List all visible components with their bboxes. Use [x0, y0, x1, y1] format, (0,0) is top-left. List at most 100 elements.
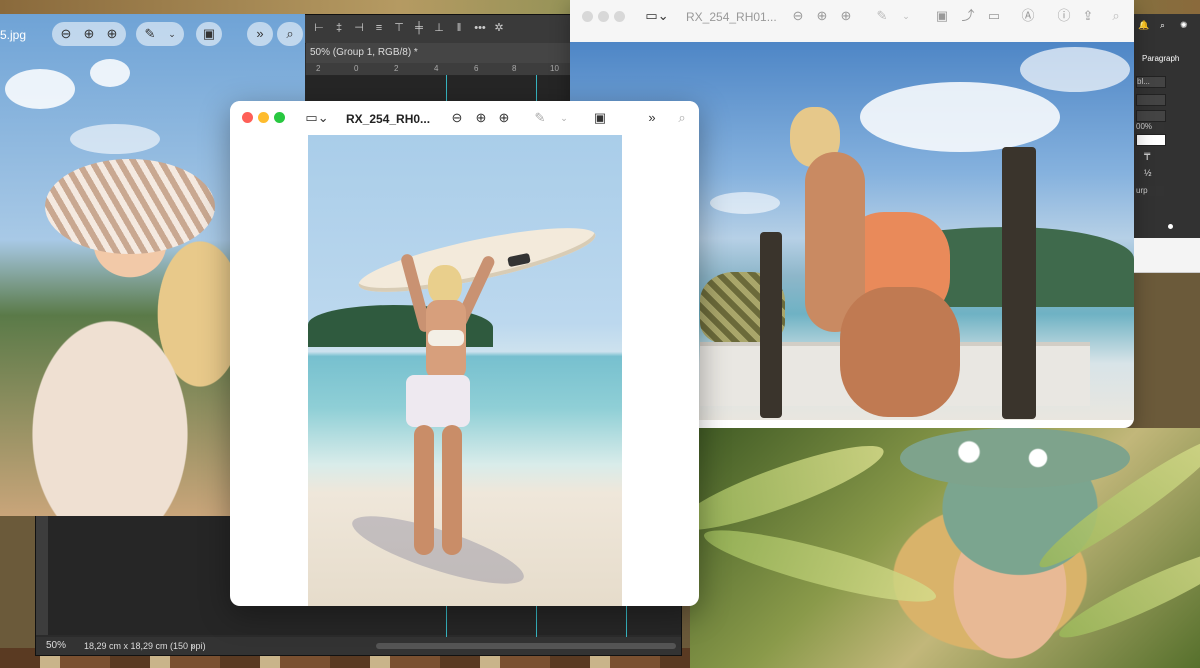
cloud	[70, 124, 160, 154]
panel-dot	[1168, 224, 1173, 229]
chevron-down-icon[interactable]: ⌄	[894, 4, 918, 28]
panel-tab-paragraph[interactable]: Paragraph	[1142, 54, 1179, 63]
edit-icon[interactable]: ▭	[982, 4, 1006, 28]
zoom-in-icon[interactable]: ⊕	[810, 4, 834, 28]
legs	[840, 287, 960, 417]
center-window-titlebar: ▭⌄ RX_254_RH0... ⊖ ⊕ ⊕ ✎ ⌄ ▣ » ⌕	[230, 101, 699, 135]
panel-field[interactable]	[1136, 94, 1166, 106]
blonde-hair	[428, 265, 462, 305]
ruler-tick: 4	[434, 64, 439, 73]
distribute-vertical-icon[interactable]: ‖	[452, 21, 466, 35]
zoom-in-icon[interactable]: ⊕	[469, 106, 493, 130]
floral-bucket-hat	[900, 428, 1130, 488]
share-icon[interactable]: ⇪	[1076, 4, 1100, 28]
panel-field[interactable]: urp	[1136, 186, 1164, 196]
crop-icon[interactable]: ▣	[196, 22, 222, 46]
search-icon[interactable]: ⌕	[1160, 20, 1165, 31]
rotate-icon[interactable]: ⤴	[956, 4, 980, 28]
align-left-icon[interactable]: ⊢	[312, 21, 326, 35]
search-icon[interactable]: ⌕	[277, 22, 303, 46]
zoom-out-icon[interactable]: ⊖	[786, 4, 810, 28]
zoom-button[interactable]	[614, 11, 625, 22]
zoom-out-icon[interactable]: ⊖	[445, 106, 469, 130]
ruler-tick: 0	[354, 64, 359, 73]
close-button[interactable]	[582, 11, 593, 22]
leg	[414, 425, 434, 555]
shorts	[406, 375, 470, 427]
panel-field[interactable]: 00%	[1136, 122, 1164, 132]
pier-post	[1002, 147, 1036, 419]
ruler-tick: 10	[550, 64, 559, 73]
ruler-tick: 2	[394, 64, 399, 73]
align-bottom-icon[interactable]: ⊥	[432, 21, 446, 35]
bell-icon[interactable]: 🔔	[1138, 20, 1149, 31]
align-middle-icon[interactable]: ╪	[412, 21, 426, 35]
center-viewer-filename: RX_254_RH0...	[346, 112, 431, 126]
lightbulb-icon[interactable]: ✺	[1180, 20, 1188, 31]
bikini-top	[428, 330, 464, 346]
zoom-actual-icon[interactable]: ⊕	[100, 22, 124, 46]
search-icon[interactable]: ⌕	[1104, 4, 1128, 28]
panel-field[interactable]	[1136, 110, 1166, 122]
crop-icon[interactable]: ▣	[588, 106, 612, 130]
zoom-controls: ⊖ ⊕ ⊕	[52, 22, 126, 46]
close-button[interactable]	[242, 112, 253, 123]
zoom-out-icon[interactable]: ⊖	[54, 22, 78, 46]
more-icon[interactable]: »	[640, 106, 664, 130]
info-icon[interactable]: ⓘ	[1052, 4, 1076, 28]
palm-leaf	[690, 431, 891, 545]
right-viewer-filename: RX_254_RH01...	[686, 10, 777, 24]
ruler-tick: 8	[512, 64, 517, 73]
annotate-icon[interactable]: Ⓐ	[1016, 4, 1040, 28]
bucket-hat	[45, 159, 215, 254]
palm-leaf	[699, 517, 941, 615]
more-options-icon[interactable]: •••	[468, 21, 492, 35]
minimize-button[interactable]	[258, 112, 269, 123]
pencil-icon[interactable]: ✎	[138, 22, 162, 46]
zoom-level[interactable]: 50%	[46, 637, 66, 655]
document-size: 18,29 cm x 18,29 cm (150 ppi)	[84, 641, 206, 651]
pier-post	[760, 232, 782, 418]
cloud	[90, 59, 130, 87]
color-swatch[interactable]	[1136, 134, 1166, 146]
distribute-icon[interactable]: ≡	[372, 21, 386, 35]
left-viewer-toolbar: 5.jpg ⊖ ⊕ ⊕ ✎ ⌄ ▣ » ⌕	[0, 22, 305, 52]
zoom-in-icon[interactable]: ⊕	[77, 22, 101, 46]
align-right-icon[interactable]: ⊣	[352, 21, 366, 35]
ruler-tick: 2	[316, 64, 321, 73]
cloud	[1020, 47, 1130, 92]
person-shadow	[346, 503, 530, 597]
chevron-down-icon[interactable]: ⌄	[160, 22, 184, 46]
pencil-icon[interactable]: ✎	[528, 106, 552, 130]
search-icon[interactable]: ⌕	[670, 106, 694, 130]
markup-menu[interactable]: ✎ ⌄	[136, 22, 184, 46]
text-style-icon[interactable]: ₸	[1144, 152, 1150, 163]
more-icon[interactable]: »	[247, 22, 273, 46]
cloud	[5, 69, 75, 109]
pencil-icon[interactable]: ✎	[870, 4, 894, 28]
align-top-icon[interactable]: ⊤	[392, 21, 406, 35]
zoom-actual-icon[interactable]: ⊕	[492, 106, 516, 130]
sidebar-toggle-icon[interactable]: ▭⌄	[642, 4, 672, 28]
sidebar-toggle-icon[interactable]: ▭⌄	[302, 106, 332, 130]
cloud	[710, 192, 780, 214]
panel-field[interactable]: bl...	[1136, 76, 1166, 88]
left-viewer-filename: 5.jpg	[0, 28, 27, 42]
zoom-actual-icon[interactable]: ⊕	[834, 4, 858, 28]
paragraph-panel: 🔔 ⌕ ✺ Paragraph bl... 00% ₸ ½ urp	[1130, 14, 1200, 264]
fraction-glyph[interactable]: ½	[1144, 168, 1152, 178]
crop-icon[interactable]: ▣	[930, 4, 954, 28]
leg	[442, 425, 462, 555]
photo-woman-surfboard	[308, 135, 622, 606]
zoom-button[interactable]	[274, 112, 285, 123]
horizontal-scrollbar[interactable]	[376, 643, 676, 649]
cloud	[860, 82, 1060, 152]
minimize-button[interactable]	[598, 11, 609, 22]
ruler-tick: 6	[474, 64, 479, 73]
status-menu-chevron-icon[interactable]: ›	[191, 637, 194, 655]
background-window-strip	[1134, 238, 1200, 273]
gear-icon[interactable]: ✲	[492, 21, 506, 35]
chevron-down-icon[interactable]: ⌄	[552, 106, 576, 130]
photo-woman-floral-hat	[690, 428, 1200, 668]
align-center-icon[interactable]: ‡	[332, 21, 346, 35]
